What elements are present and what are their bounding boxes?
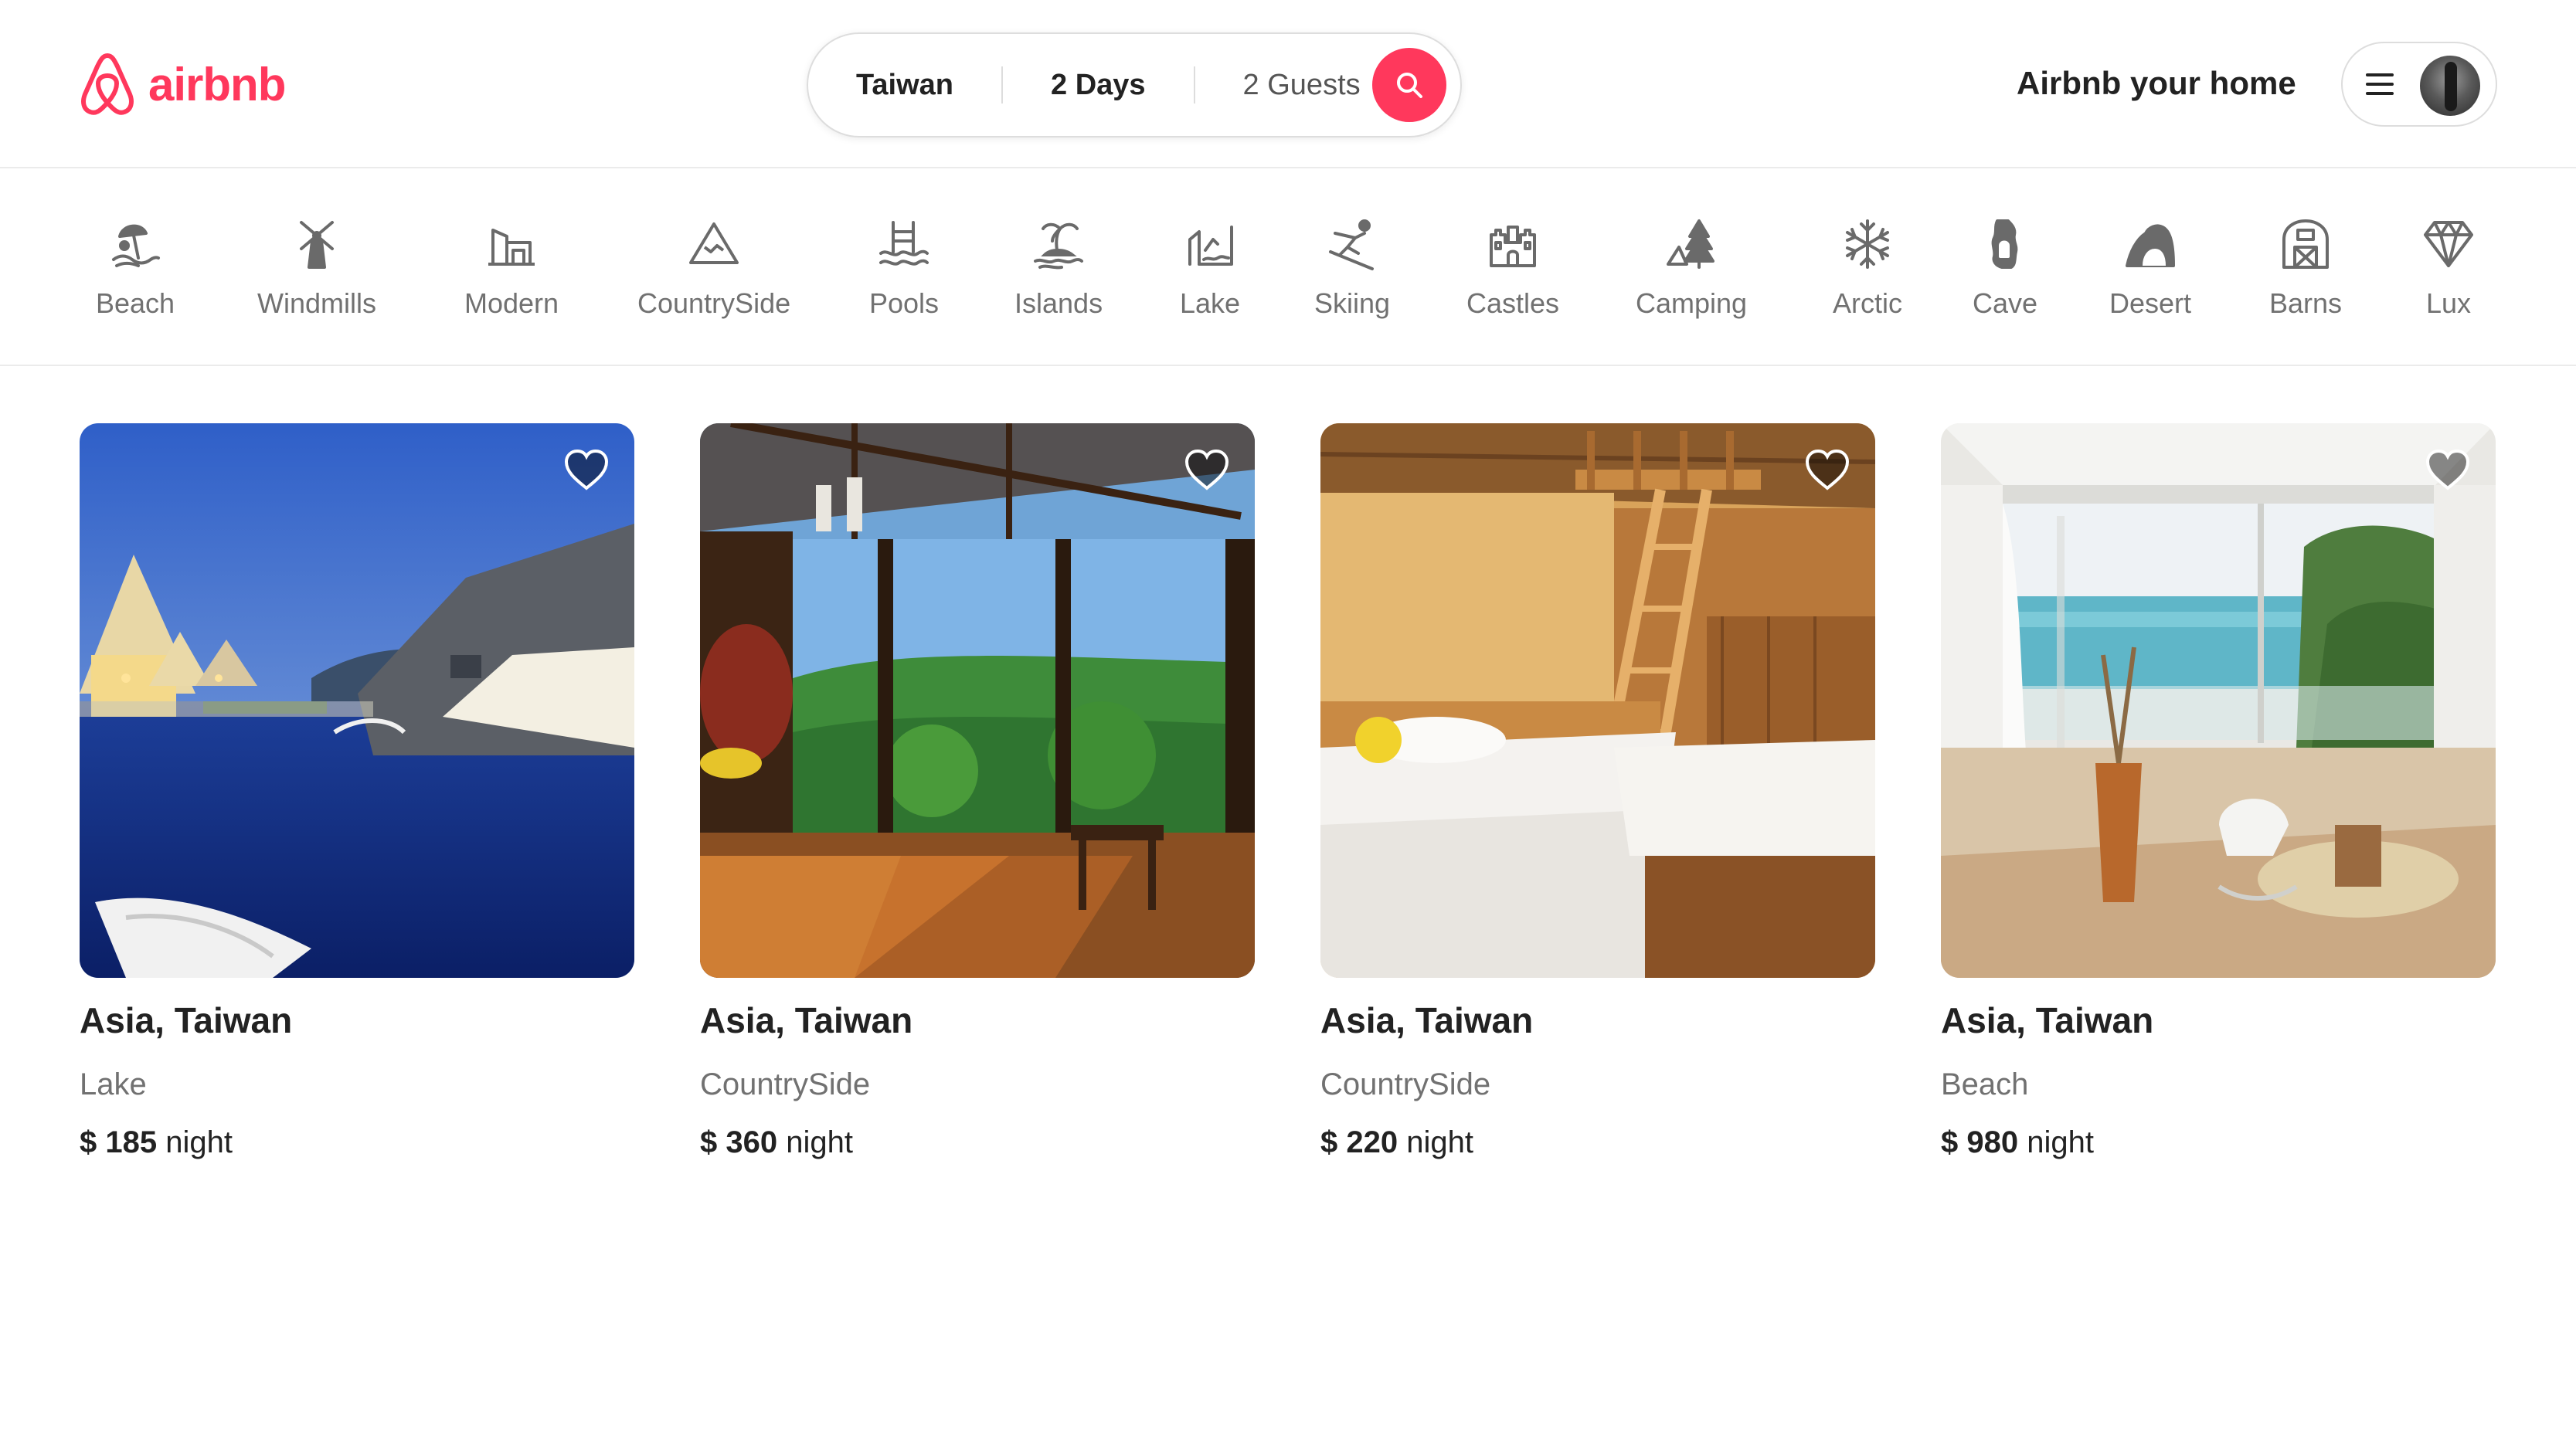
search-location[interactable]: Taiwan — [856, 69, 953, 102]
category-label: Desert — [2109, 287, 2192, 319]
category-lake[interactable]: Lake — [1180, 216, 1240, 320]
category-arctic[interactable]: Arctic — [1833, 216, 1902, 320]
category-lux[interactable]: Lux — [2421, 216, 2476, 320]
pool-icon — [879, 221, 929, 266]
listing-title: Asia, Taiwan — [1941, 1000, 2154, 1040]
search-button[interactable] — [1372, 48, 1446, 122]
castle-icon — [1490, 226, 1537, 267]
category-label: Camping — [1636, 287, 1748, 319]
search-icon — [1397, 73, 1422, 98]
airbnb-logo-icon — [81, 53, 134, 115]
price-unit: night — [1406, 1125, 1473, 1159]
listing-image-countryside[interactable] — [700, 423, 1255, 978]
listing-image-countryside[interactable] — [1320, 423, 1875, 978]
listing-price: $ 980 night — [1941, 1125, 2496, 1160]
avatar — [2420, 56, 2480, 116]
category-bar: Beach Windmills Modern CountrySide Pools… — [0, 170, 2576, 366]
listing-image-beach[interactable] — [1941, 423, 2496, 978]
island-icon — [1034, 222, 1084, 270]
category-barns[interactable]: Barns — [2269, 216, 2342, 320]
desert-icon — [2126, 224, 2176, 267]
price-amount: $ 185 — [80, 1125, 158, 1159]
listing-price: $ 185 night — [80, 1125, 634, 1160]
category-label: Lake — [1180, 287, 1241, 319]
skiing-icon — [1329, 219, 1375, 270]
category-label: Cave — [1973, 287, 2038, 319]
favorite-heart-icon[interactable] — [1803, 446, 1852, 493]
category-label: Pools — [869, 287, 940, 319]
listing-photo — [700, 423, 1255, 978]
logo-wordmark: airbnb — [148, 58, 286, 110]
barn-icon — [2282, 219, 2330, 269]
search-duration[interactable]: 2 Days — [1051, 69, 1146, 102]
category-label: Arctic — [1833, 287, 1902, 319]
category-windmills[interactable]: Windmills — [257, 216, 376, 320]
price-amount: $ 360 — [700, 1125, 778, 1159]
category-cave[interactable]: Cave — [1973, 216, 2037, 320]
favorite-heart-icon[interactable] — [562, 446, 611, 493]
airbnb-logo[interactable]: airbnb — [77, 51, 286, 117]
listing-title: Asia, Taiwan — [1320, 1000, 1534, 1040]
category-skiing[interactable]: Skiing — [1314, 216, 1390, 320]
listing-card[interactable]: Asia, Taiwan Beach $ 980 night — [1941, 423, 2496, 1160]
category-camping[interactable]: Camping — [1636, 216, 1747, 320]
listing-photo — [1941, 423, 2496, 978]
cave-icon — [1991, 219, 2018, 269]
category-beach[interactable]: Beach — [96, 216, 175, 320]
camping-icon — [1667, 219, 1715, 269]
listing-card[interactable]: Asia, Taiwan Lake $ 185 night — [80, 423, 634, 1160]
category-label: Beach — [96, 287, 175, 319]
category-label: Skiing — [1314, 287, 1391, 319]
airbnb-page: airbnb Taiwan 2 Days 2 Guests Airbnb you… — [0, 0, 2576, 1449]
listing-type: CountrySide — [1320, 1067, 1491, 1101]
category-label: Windmills — [257, 287, 377, 319]
windmill-icon — [300, 221, 334, 269]
price-amount: $ 220 — [1320, 1125, 1398, 1159]
listing-type: CountrySide — [700, 1067, 871, 1101]
category-label: CountrySide — [637, 287, 791, 319]
category-desert[interactable]: Desert — [2109, 216, 2191, 320]
favorite-heart-icon[interactable] — [1182, 446, 1232, 493]
listing-type: Lake — [80, 1067, 147, 1101]
category-countryside[interactable]: CountrySide — [637, 216, 790, 320]
lake-icon — [1188, 226, 1234, 266]
category-label: Lux — [2425, 287, 2472, 319]
price-unit: night — [2027, 1125, 2094, 1159]
price-amount: $ 980 — [1941, 1125, 2019, 1159]
category-islands[interactable]: Islands — [1014, 216, 1103, 320]
listing-card[interactable]: Asia, Taiwan CountrySide $ 360 night — [700, 423, 1255, 1160]
category-label: Modern — [464, 287, 559, 319]
category-pools[interactable]: Pools — [869, 216, 939, 320]
listing-title: Asia, Taiwan — [700, 1000, 913, 1040]
listing-photo — [1320, 423, 1875, 978]
host-link[interactable]: Airbnb your home — [2017, 65, 2296, 102]
category-modern[interactable]: Modern — [464, 216, 559, 320]
listing-price: $ 220 night — [1320, 1125, 1875, 1160]
price-unit: night — [165, 1125, 233, 1159]
search-divider — [1001, 66, 1003, 104]
listing-type: Beach — [1941, 1067, 2029, 1101]
price-unit: night — [786, 1125, 853, 1159]
category-label: Islands — [1014, 287, 1103, 319]
user-menu-button[interactable] — [2341, 42, 2497, 127]
category-label: Barns — [2269, 287, 2343, 319]
search-guests[interactable]: 2 Guests — [1243, 69, 1361, 102]
mountain-icon — [689, 222, 739, 264]
beach-icon — [112, 224, 161, 267]
category-label: Castles — [1466, 287, 1560, 319]
search-divider — [1193, 66, 1195, 104]
search-bar[interactable]: Taiwan 2 Days 2 Guests — [807, 32, 1462, 137]
hamburger-menu-icon — [2364, 70, 2395, 98]
listing-price: $ 360 night — [700, 1125, 1255, 1160]
favorite-heart-icon[interactable] — [2423, 446, 2472, 493]
snowflake-icon — [1846, 219, 1889, 269]
listing-card[interactable]: Asia, Taiwan CountrySide $ 220 night — [1320, 423, 1875, 1160]
listing-photo — [80, 423, 634, 978]
modern-house-icon — [488, 229, 535, 266]
listing-image-lake[interactable] — [80, 423, 634, 978]
category-castles[interactable]: Castles — [1466, 216, 1559, 320]
top-header: airbnb Taiwan 2 Days 2 Guests Airbnb you… — [0, 0, 2576, 168]
diamond-icon — [2424, 221, 2473, 267]
listing-title: Asia, Taiwan — [80, 1000, 293, 1040]
